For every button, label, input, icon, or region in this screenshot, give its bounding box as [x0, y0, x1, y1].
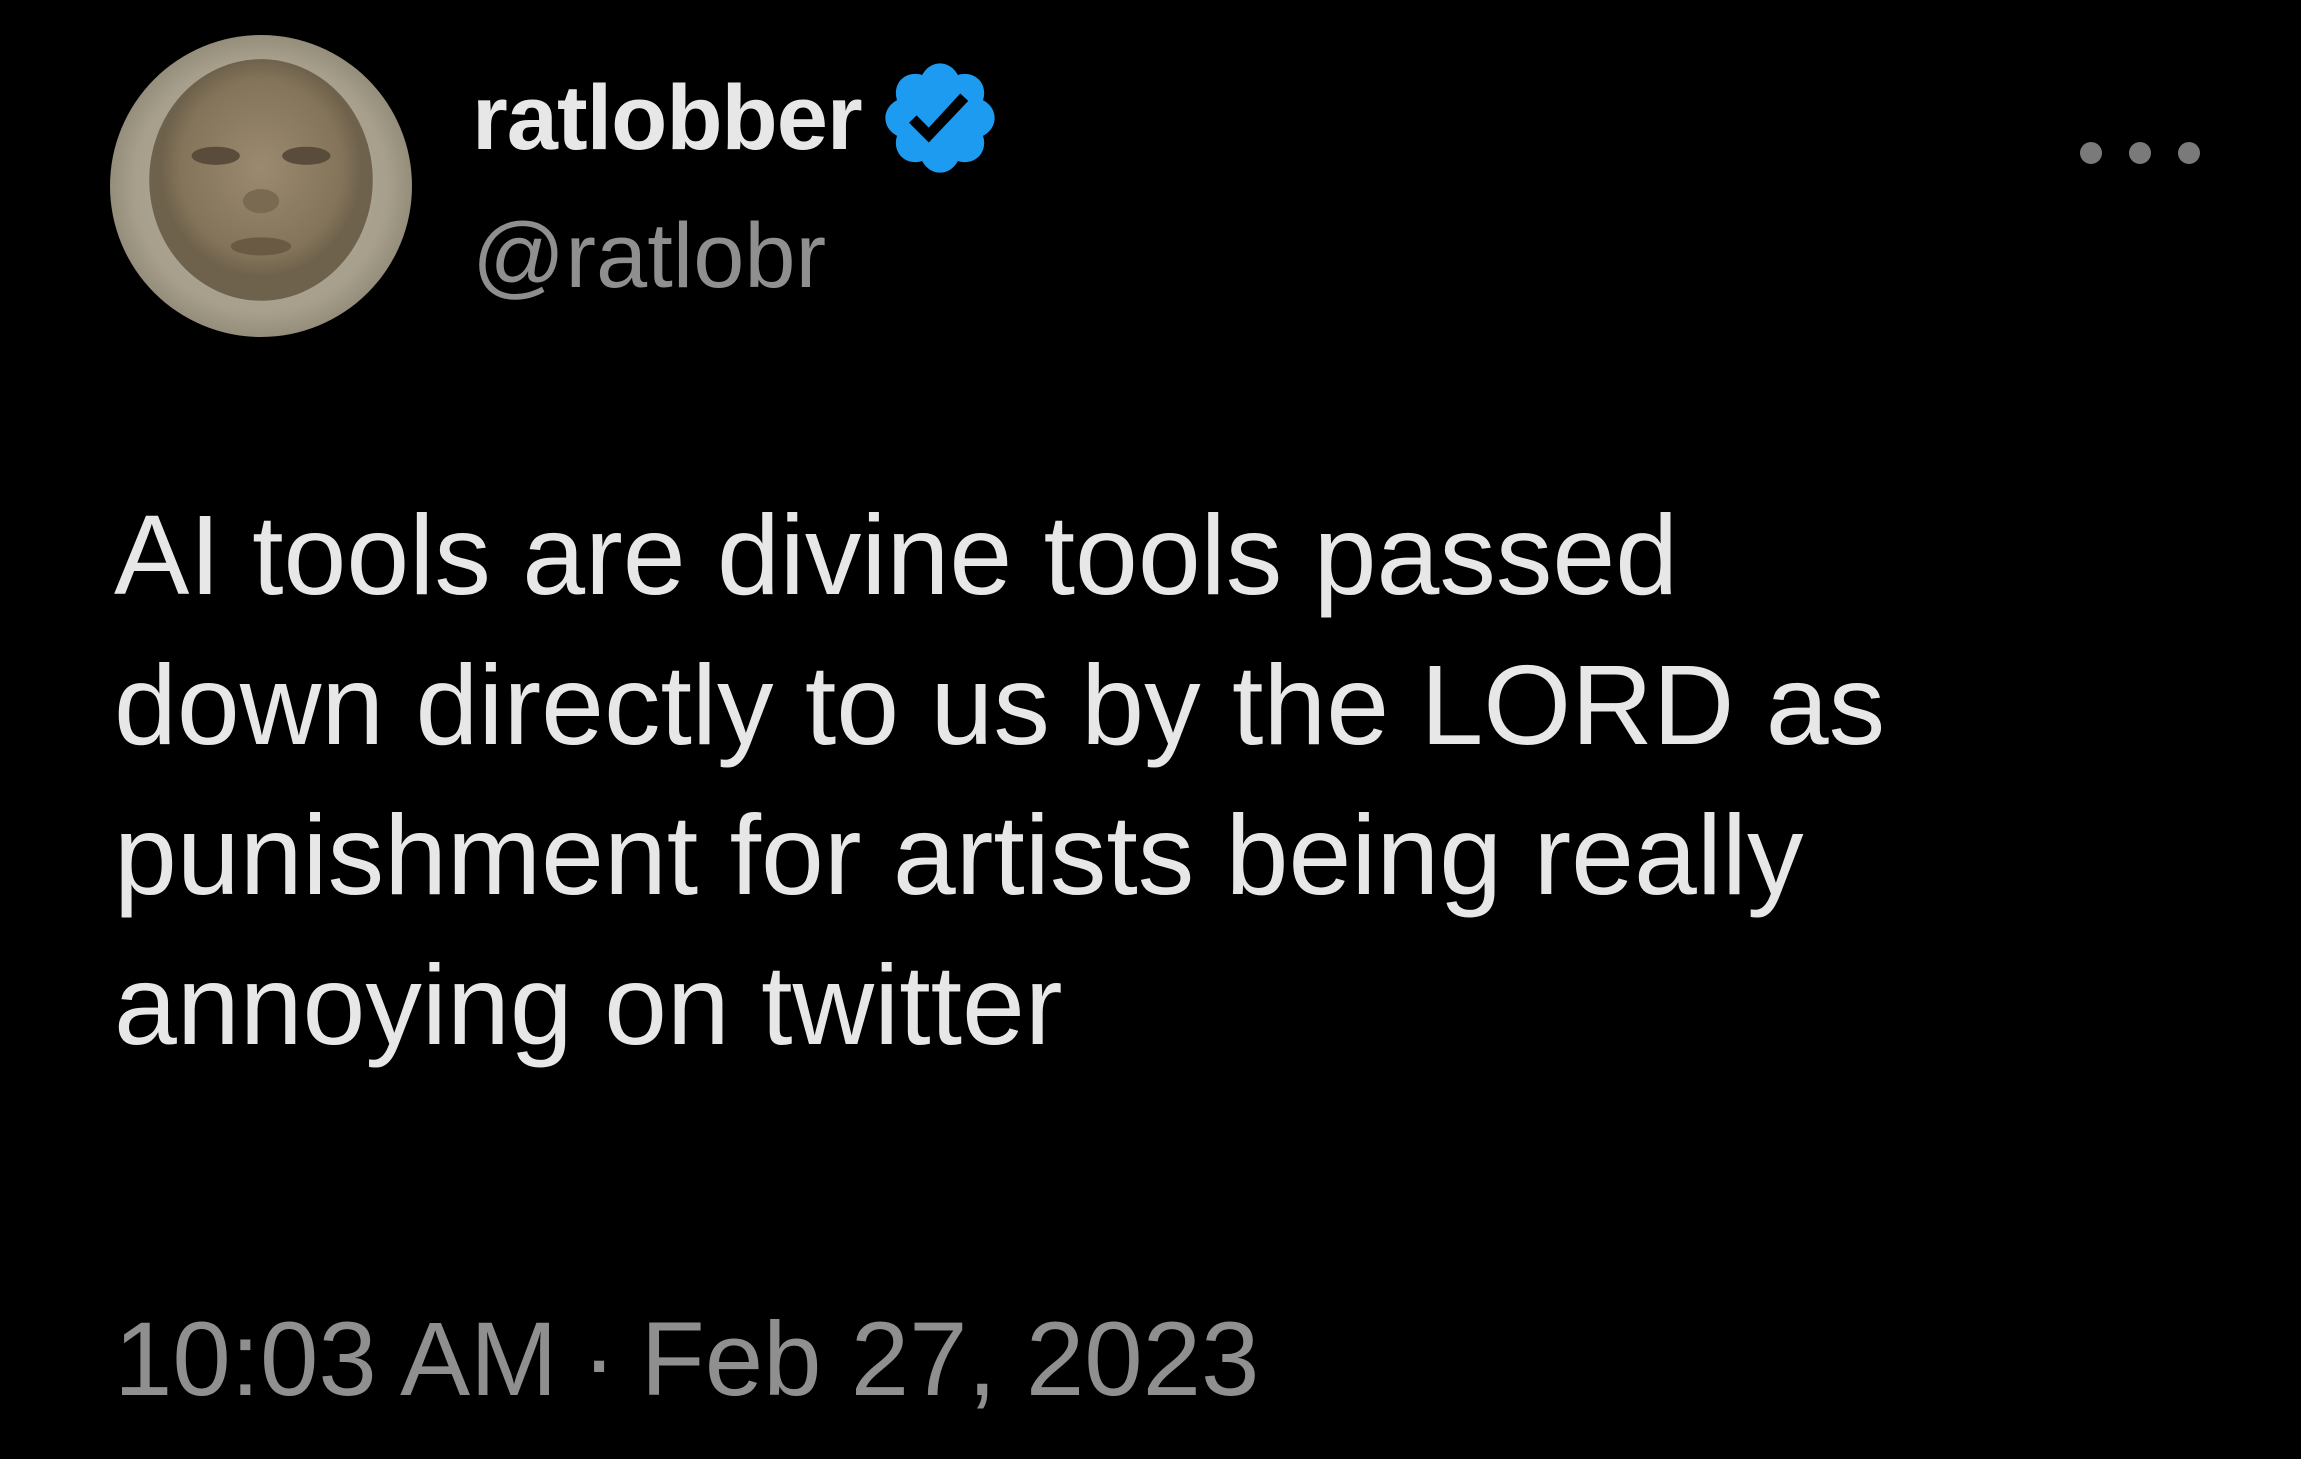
avatar-photo-face: [110, 35, 412, 337]
tweet-text-line: punishment for artists being really: [114, 792, 1804, 918]
tweet-text-line: down directly to us by the LORD as: [114, 642, 1886, 768]
more-options-button[interactable]: [2080, 128, 2200, 178]
avatar[interactable]: [110, 35, 412, 337]
author-row: ratlobber: [472, 58, 1004, 178]
tweet-text: AI tools are divine tools passed down di…: [114, 480, 2214, 1080]
author-handle[interactable]: @ratlobr: [472, 210, 826, 302]
tweet-time: 10:03 AM: [114, 1301, 558, 1418]
verified-badge-icon: [876, 54, 1004, 182]
tweet-text-line: AI tools are divine tools passed: [114, 492, 1679, 618]
ellipsis-icon-dot: [2129, 142, 2151, 164]
tweet-text-line: annoying on twitter: [114, 942, 1063, 1068]
ellipsis-icon-dot: [2178, 142, 2200, 164]
tweet-date: Feb 27, 2023: [640, 1301, 1260, 1418]
display-name[interactable]: ratlobber: [472, 72, 863, 164]
ellipsis-icon-dot: [2080, 142, 2102, 164]
tweet-timestamp[interactable]: 10:03 AM · Feb 27, 2023: [114, 1300, 1259, 1420]
timestamp-separator: ·: [581, 1301, 617, 1418]
tweet-card: ratlobber @ratlobr AI tools are divine t…: [0, 0, 2301, 1459]
